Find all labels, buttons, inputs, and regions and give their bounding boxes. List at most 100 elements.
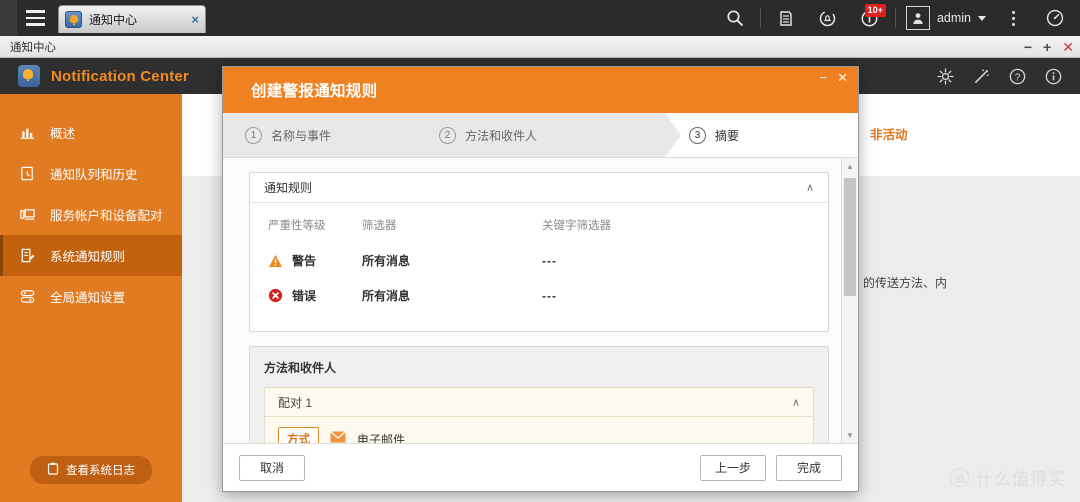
wizard-step-methods-and-recipients[interactable]: 2 方法和收件人 xyxy=(439,113,665,157)
sidebar-item-system-notification-rules[interactable]: 系统通知规则 xyxy=(0,235,182,276)
os-toolbar: 10+ admin xyxy=(714,0,1080,36)
divider xyxy=(894,8,896,28)
create-alert-notification-rule-dialog: 创建警报通知规则 − ✕ 1 名称与事件 2 方法和收件人 3 摘要 通知规则 … xyxy=(222,66,859,492)
table-header-row: 严重性等级 筛选器 关键字筛选器 xyxy=(250,203,828,243)
divider xyxy=(759,8,761,28)
step-label: 摘要 xyxy=(715,128,740,143)
method-value: 电子邮件 xyxy=(357,432,406,444)
chart-overview-icon xyxy=(18,123,37,142)
notification-rules-panel-header[interactable]: 通知规则 ∧ xyxy=(250,173,828,203)
dialog-close-icon[interactable]: ✕ xyxy=(837,71,848,84)
notification-center-logo xyxy=(18,65,40,87)
keyword-filter-value: --- xyxy=(542,253,557,268)
dialog-footer: 取消 上一步 完成 xyxy=(223,443,858,491)
pair-label: 配对 1 xyxy=(278,395,313,410)
chevron-up-icon[interactable]: ∧ xyxy=(792,396,800,409)
queue-history-icon xyxy=(18,164,37,183)
column-header-keyword-filter: 关键字筛选器 xyxy=(542,220,611,232)
settings-gear-icon[interactable] xyxy=(932,63,958,89)
close-window-icon[interactable]: ✕ xyxy=(1062,40,1074,54)
view-system-log-button[interactable]: 查看系统日志 xyxy=(30,456,152,484)
user-name: admin xyxy=(936,11,971,25)
wizard-wand-icon[interactable] xyxy=(968,63,994,89)
user-avatar-icon xyxy=(905,6,930,30)
chevron-up-icon[interactable]: ∧ xyxy=(806,181,814,194)
sidebar-item-device-pairing[interactable]: 服务帐户和设备配对 xyxy=(0,194,182,235)
filter-value: 所有消息 xyxy=(362,254,411,268)
pair-box: 配对 1 ∧ 方式 电子邮件 xyxy=(264,387,814,443)
info-icon[interactable]: 10+ xyxy=(849,0,891,36)
notification-rules-panel: 通知规则 ∧ 严重性等级 筛选器 关键字筛选器 警告 所有消息 --- 错误 所… xyxy=(249,172,829,332)
status-badge: 非活动 xyxy=(870,128,908,142)
method-tag: 方式 xyxy=(278,427,319,443)
notification-rules-icon xyxy=(18,246,37,265)
methods-panel-title: 方法和收件人 xyxy=(264,361,337,375)
pair-header[interactable]: 配对 1 ∧ xyxy=(265,388,813,417)
wizard-step-name-and-events[interactable]: 1 名称与事件 xyxy=(223,113,439,157)
notification-sync-icon[interactable] xyxy=(807,0,849,36)
scrollbar-thumb[interactable] xyxy=(844,178,856,296)
wizard-steps: 1 名称与事件 2 方法和收件人 3 摘要 xyxy=(223,113,858,157)
dialog-scrollbar[interactable]: ▲ ▼ xyxy=(841,158,858,443)
help-icon[interactable]: ? xyxy=(1004,63,1030,89)
step-label: 方法和收件人 xyxy=(465,128,538,143)
warning-triangle-icon xyxy=(268,254,283,268)
screen: 通知中心 × 10+ admin 通知中心 − + ✕ Notification… xyxy=(0,0,1080,502)
step-number: 1 xyxy=(245,126,262,144)
column-header-filter: 筛选器 xyxy=(362,220,397,232)
dialog-title: 创建警报通知规则 xyxy=(251,83,378,100)
more-options-icon[interactable] xyxy=(992,0,1034,36)
notification-badge: 10+ xyxy=(864,4,886,17)
email-envelope-icon xyxy=(330,430,346,443)
scroll-up-icon[interactable]: ▲ xyxy=(842,158,858,174)
minimize-icon[interactable]: − xyxy=(1024,40,1032,54)
os-taskbar: 通知中心 × 10+ admin xyxy=(0,0,1080,36)
dashboard-gauge-icon[interactable] xyxy=(1034,0,1076,36)
clipboard-log-icon xyxy=(47,462,59,478)
scroll-down-icon[interactable]: ▼ xyxy=(842,427,858,443)
corner-block xyxy=(0,0,17,36)
sidebar-item-queue-history[interactable]: 通知队列和历史 xyxy=(0,153,182,194)
file-manager-icon[interactable] xyxy=(765,0,807,36)
svg-text:?: ? xyxy=(1014,72,1020,83)
maximize-icon[interactable]: + xyxy=(1043,40,1051,54)
sidebar-item-global-settings[interactable]: 全局通知设置 xyxy=(0,276,182,317)
content-description-fragment: 的传送方法、内 xyxy=(863,276,948,290)
browser-tab-notification-center[interactable]: 通知中心 × xyxy=(58,5,206,33)
notification-rules-table: 严重性等级 筛选器 关键字筛选器 警告 所有消息 --- 错误 所有消息 --- xyxy=(250,203,828,313)
methods-and-recipients-panel: 方法和收件人 配对 1 ∧ 方式 电子邮件 xyxy=(249,346,829,443)
close-icon[interactable]: × xyxy=(191,13,199,26)
step-label: 名称与事件 xyxy=(271,128,332,143)
search-icon[interactable] xyxy=(714,0,756,36)
step-number: 3 xyxy=(689,126,706,144)
view-system-log-label: 查看系统日志 xyxy=(66,465,135,477)
dialog-minimize-icon[interactable]: − xyxy=(820,71,828,84)
tab-label: 通知中心 xyxy=(89,13,138,27)
sidebar-item-label: 概述 xyxy=(50,127,76,141)
dialog-titlebar: 创建警报通知规则 − ✕ xyxy=(223,67,858,113)
sidebar-item-overview[interactable]: 概述 xyxy=(0,112,182,153)
chevron-down-icon xyxy=(978,15,986,21)
notification-rules-panel-title: 通知规则 xyxy=(264,181,313,195)
finish-button[interactable]: 完成 xyxy=(776,454,842,481)
sidebar-nav: 概述 通知队列和历史 服务帐户和设备配对 系统通知规则 全局通知设置 xyxy=(0,94,182,317)
page-title: Notification Center xyxy=(51,67,189,85)
device-pairing-icon xyxy=(18,205,37,224)
notification-bell-app-icon xyxy=(65,11,82,28)
sidebar: 概述 通知队列和历史 服务帐户和设备配对 系统通知规则 全局通知设置 查看系统日… xyxy=(0,94,182,502)
previous-button[interactable]: 上一步 xyxy=(699,454,766,481)
cancel-button[interactable]: 取消 xyxy=(239,454,305,481)
user-menu[interactable]: admin xyxy=(900,6,992,30)
pair-method-row: 方式 电子邮件 xyxy=(265,417,813,443)
sidebar-item-label: 通知队列和历史 xyxy=(50,168,138,182)
error-circle-icon xyxy=(268,288,283,303)
breadcrumb: 通知中心 xyxy=(10,41,56,54)
window-controls: − + ✕ xyxy=(1024,36,1074,58)
hamburger-icon[interactable] xyxy=(17,0,53,36)
app-header-actions: ? xyxy=(932,63,1066,89)
breadcrumb-bar: 通知中心 − + ✕ xyxy=(0,36,1080,58)
about-info-icon[interactable] xyxy=(1040,63,1066,89)
sidebar-item-label: 服务帐户和设备配对 xyxy=(50,209,163,223)
wizard-step-summary[interactable]: 3 摘要 xyxy=(665,113,858,157)
severity-label: 错误 xyxy=(292,289,317,303)
